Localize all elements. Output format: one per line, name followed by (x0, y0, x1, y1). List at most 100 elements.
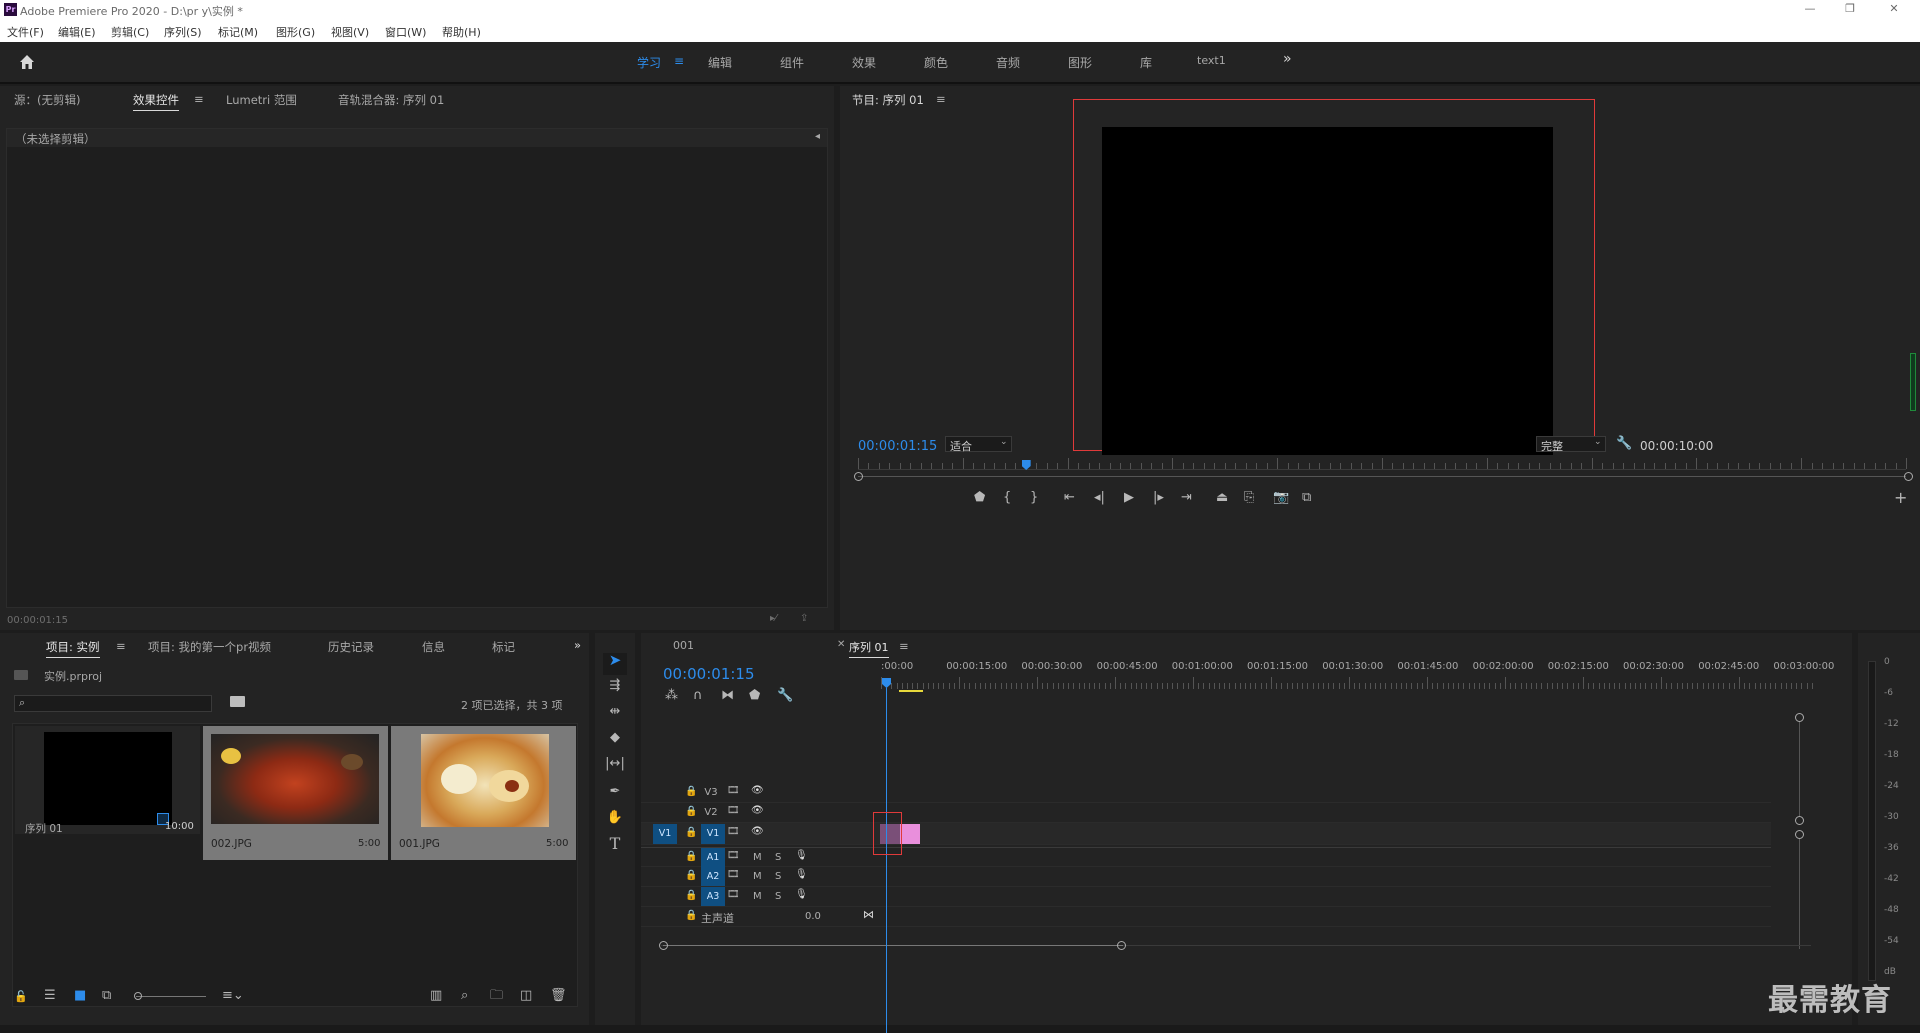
freeform-view-icon[interactable]: ⧉ (102, 989, 111, 1003)
menu-graphics[interactable]: 图形(G) (276, 24, 315, 40)
program-timecode[interactable]: 00:00:01:15 (858, 439, 937, 454)
track-select-tool-icon[interactable]: ⇶ (603, 679, 627, 693)
linked-selection-icon[interactable]: ⧓ (721, 689, 734, 703)
track-sync-icon[interactable]: 🎞 (727, 869, 740, 880)
comparison-view-icon[interactable]: ⧉ (1302, 491, 1311, 505)
type-tool-icon[interactable]: T (603, 836, 627, 852)
track-lock-icon[interactable]: 🔒 (685, 806, 697, 817)
zoom-scrollbar[interactable] (858, 476, 1906, 477)
microphone-icon[interactable]: 🎙 (795, 850, 808, 861)
close-tab-icon[interactable]: ✕ (837, 639, 845, 650)
workspace-tab-text1[interactable]: text1 (1197, 54, 1226, 67)
project-search-input[interactable]: ⌕ (14, 695, 212, 712)
snap-icon[interactable]: ∩ (693, 689, 703, 703)
button-editor-icon[interactable]: + (1894, 490, 1907, 506)
audio-scroll-handle-top[interactable] (1795, 830, 1804, 839)
tab-sequence-001[interactable]: 001 (673, 639, 694, 652)
menu-sequence[interactable]: 序列(S) (164, 24, 202, 40)
track-lock-icon[interactable]: 🔒 (685, 870, 697, 881)
project-item-001[interactable]: 001.JPG 5:00 (391, 726, 576, 860)
sort-icon[interactable]: ≡⌄ (222, 989, 244, 1003)
timeline-clip-002[interactable] (900, 824, 920, 844)
mute-button[interactable]: M (753, 891, 762, 902)
workspace-tab-libraries[interactable]: 库 (1140, 54, 1152, 71)
project-item-sequence[interactable]: 序列 01 10:00 (15, 726, 200, 835)
track-target-a2[interactable]: A2 (701, 867, 725, 886)
track-eye-icon[interactable]: 👁 (751, 826, 764, 837)
menu-marker[interactable]: 标记(M) (218, 24, 258, 40)
video-scroll-handle-bottom[interactable] (1795, 816, 1804, 825)
workspace-tab-edit[interactable]: 编辑 (708, 54, 732, 71)
tab-program[interactable]: 节目: 序列 01 (852, 92, 924, 108)
nest-icon[interactable]: ⁂ (665, 689, 678, 703)
pen-tool-icon[interactable]: ✒ (603, 785, 627, 799)
razor-tool-icon[interactable]: ◆ (603, 731, 627, 745)
track-sync-icon[interactable]: 🎞 (727, 889, 740, 900)
timeline-timecode[interactable]: 00:00:01:15 (663, 665, 755, 683)
step-forward-icon[interactable]: |▸ (1153, 491, 1164, 505)
tab-lumetri-scopes[interactable]: Lumetri 范围 (226, 92, 297, 108)
lift-icon[interactable]: ⏏ (1216, 491, 1228, 505)
tab-project-example[interactable]: 项目: 实例 (46, 639, 100, 658)
mute-button[interactable]: M (753, 852, 762, 863)
panel-menu-icon[interactable]: ≡ (194, 92, 204, 106)
track-sync-icon[interactable]: 🎞 (727, 805, 740, 816)
work-area-bar[interactable] (899, 690, 923, 692)
track-eye-icon[interactable]: 👁 (751, 785, 764, 796)
project-item-002[interactable]: 002.JPG 5:00 (203, 726, 388, 860)
timeline-zoom-handle-left[interactable] (659, 941, 668, 950)
icon-view-icon[interactable]: ■ (74, 989, 86, 1003)
tab-project-first[interactable]: 项目: 我的第一个pr视频 (148, 639, 271, 655)
tab-history[interactable]: 历史记录 (328, 639, 374, 655)
track-lock-icon[interactable]: 🔒 (685, 827, 697, 838)
microphone-icon[interactable]: 🎙 (795, 889, 808, 900)
restore-button[interactable]: ❐ (1840, 2, 1860, 15)
quality-select[interactable]: 完整 ⌄ (1536, 436, 1606, 453)
zoom-slider-handle[interactable] (134, 992, 142, 1000)
tab-sequence-01[interactable]: 序列 01 (849, 639, 889, 658)
trash-icon[interactable]: 🗑 (550, 989, 567, 1003)
program-menu-icon[interactable]: ≡ (936, 92, 946, 106)
track-target-v1[interactable]: V1 (701, 824, 725, 844)
source-patch-v1[interactable]: V1 (653, 824, 677, 844)
mute-button[interactable]: M (753, 871, 762, 882)
panels-more-icon[interactable]: » (574, 638, 581, 652)
tab-source[interactable]: 源：(无剪辑) (14, 92, 80, 108)
workspace-menu-icon[interactable]: ≡ (674, 54, 684, 68)
new-search-bin-icon[interactable] (230, 696, 245, 707)
program-time-ruler[interactable] (858, 458, 1907, 470)
menu-clip[interactable]: 剪辑(C) (111, 24, 149, 40)
zoom-handle-left[interactable] (854, 472, 863, 481)
workspace-more-button[interactable]: » (1283, 51, 1292, 67)
workspace-tab-graphics[interactable]: 图形 (1068, 54, 1092, 71)
mark-out-icon[interactable]: } (1030, 491, 1038, 505)
home-icon[interactable] (18, 53, 36, 71)
workspace-tab-color[interactable]: 颜色 (924, 54, 948, 71)
video-scroll-handle-top[interactable] (1795, 713, 1804, 722)
workspace-tab-effects[interactable]: 效果 (852, 54, 876, 71)
track-sync-icon[interactable]: 🎞 (727, 785, 740, 796)
add-marker-icon[interactable]: ⬟ (974, 491, 985, 505)
track-target-a1[interactable]: A1 (701, 848, 725, 867)
tab-effect-controls[interactable]: 效果控件 (133, 92, 179, 111)
master-expand-icon[interactable]: ⋈ (863, 908, 874, 921)
step-back-icon[interactable]: ◂| (1094, 491, 1105, 505)
new-bin-icon[interactable]: 🗀 (490, 989, 503, 1003)
track-target-a3[interactable]: A3 (701, 887, 725, 906)
track-eye-icon[interactable]: 👁 (751, 805, 764, 816)
menu-view[interactable]: 视图(V) (331, 24, 369, 40)
program-video-frame[interactable] (1102, 127, 1553, 455)
solo-button[interactable]: S (775, 871, 781, 882)
tab-info[interactable]: 信息 (422, 639, 445, 655)
hand-tool-icon[interactable]: ✋ (603, 811, 627, 825)
go-to-out-icon[interactable]: ⇥ (1181, 491, 1192, 505)
zoom-slider[interactable] (136, 996, 206, 997)
find-icon[interactable]: ⌕ (461, 989, 468, 1003)
microphone-icon[interactable]: 🎙 (795, 869, 808, 880)
workspace-tab-learn[interactable]: 学习 (637, 54, 661, 71)
workspace-tab-assembly[interactable]: 组件 (780, 54, 804, 71)
track-sync-icon[interactable]: 🎞 (727, 826, 740, 837)
tab-audio-track-mixer[interactable]: 音轨混合器: 序列 01 (338, 92, 444, 108)
selection-tool-icon[interactable]: ➤ (603, 653, 627, 675)
timeline-zoom-handle-right[interactable] (1117, 941, 1126, 950)
